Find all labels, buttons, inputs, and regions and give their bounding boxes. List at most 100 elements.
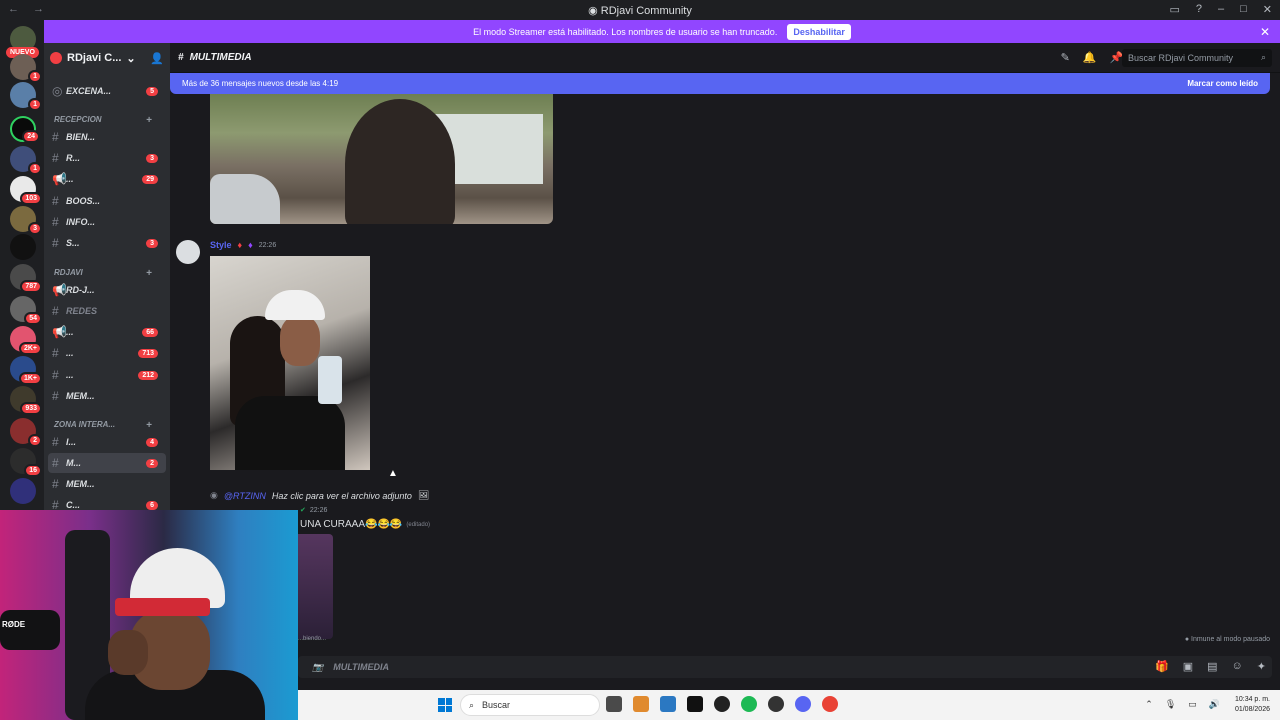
- app-icon[interactable]: [714, 696, 730, 712]
- channel-label: RD-J...: [66, 285, 95, 295]
- server-avatar[interactable]: 1: [10, 82, 42, 111]
- threads-icon[interactable]: ✎: [1061, 51, 1070, 64]
- timestamp: 22:26: [258, 241, 277, 249]
- category-header[interactable]: RDJAVI +: [54, 268, 152, 279]
- channel-item[interactable]: # C... 6: [48, 495, 166, 510]
- help-icon[interactable]: ?: [1196, 3, 1202, 16]
- channel-item[interactable]: # MEM...: [48, 386, 166, 406]
- mark-read-button[interactable]: Marcar como leído: [1187, 79, 1258, 88]
- guild-header[interactable]: RDjavi C... ⌄ 👤: [44, 43, 170, 73]
- hash-icon: #: [52, 304, 59, 318]
- server-avatar[interactable]: 2K+: [10, 326, 42, 355]
- capcut-icon[interactable]: [687, 696, 703, 712]
- server-avatar[interactable]: 3: [10, 206, 42, 235]
- add-member-icon[interactable]: 👤: [150, 52, 164, 65]
- spotify-icon[interactable]: [741, 696, 757, 712]
- channel-name: MULTIMEDIA: [189, 52, 252, 63]
- server-avatar[interactable]: 24: [10, 116, 40, 143]
- chevron-up-icon[interactable]: ⌃: [1145, 699, 1153, 710]
- disable-streamer-button[interactable]: Deshabilitar: [787, 23, 851, 40]
- reply-username[interactable]: @RTZINN: [224, 491, 266, 501]
- channel-item[interactable]: 📢... 29: [48, 169, 166, 189]
- channel-label: BIEN...: [66, 132, 96, 142]
- discord-icon[interactable]: [795, 696, 811, 712]
- new-messages-bar[interactable]: Más de 36 mensajes nuevos desde las 4:19…: [170, 73, 1270, 94]
- channel-item[interactable]: # S... 3: [48, 233, 166, 253]
- message-composer: 📷 MULTIMEDIA 🎁 ▣ ▤ ☺ ✦: [298, 650, 1280, 690]
- obs-icon[interactable]: [768, 696, 784, 712]
- channel-item-active[interactable]: # M... 2: [48, 453, 166, 473]
- add-channel-icon[interactable]: +: [146, 115, 152, 126]
- emoji-icon[interactable]: ☺: [1232, 660, 1243, 673]
- channel-item[interactable]: # BIEN...: [48, 127, 166, 147]
- username[interactable]: Style: [210, 240, 232, 250]
- server-avatar[interactable]: 1: [10, 54, 42, 83]
- channel-item[interactable]: # MEM...: [48, 474, 166, 494]
- server-avatar[interactable]: [10, 234, 36, 260]
- chevron-down-icon: ⌄: [126, 52, 136, 65]
- category-header[interactable]: RECEPCION +: [54, 115, 152, 126]
- volume-icon[interactable]: 🔊: [1209, 699, 1220, 710]
- video-attachment[interactable]: [210, 94, 553, 224]
- apps-icon[interactable]: ✦: [1257, 660, 1266, 673]
- bell-icon[interactable]: 🔔: [1083, 51, 1097, 64]
- channel-item[interactable]: ◎ EXCENA... 5: [48, 81, 166, 101]
- channel-item[interactable]: # REDES: [48, 301, 166, 321]
- image-attachment[interactable]: [298, 534, 333, 639]
- server-avatar[interactable]: [10, 478, 36, 504]
- task-view-icon[interactable]: [606, 696, 622, 712]
- search-input[interactable]: Buscar RDjavi Community ⌕: [1122, 48, 1272, 67]
- server-avatar[interactable]: 933: [10, 386, 42, 415]
- message-header: ✔ 22:26: [300, 506, 327, 515]
- windows-start-icon[interactable]: [438, 698, 452, 712]
- server-avatar[interactable]: 16: [10, 448, 42, 477]
- server-avatar[interactable]: 2: [10, 418, 42, 447]
- close-window-icon[interactable]: ✕: [1263, 3, 1272, 16]
- server-avatar[interactable]: 1: [10, 146, 42, 175]
- channel-item[interactable]: #... 713: [48, 343, 166, 363]
- channel-label: M...: [66, 458, 81, 468]
- hash-icon: #: [52, 194, 59, 208]
- message-input[interactable]: 📷 MULTIMEDIA: [298, 656, 1272, 678]
- taskbar-search[interactable]: ⌕ Buscar: [460, 694, 600, 716]
- channel-item[interactable]: 📢... 66: [48, 322, 166, 342]
- webcam-microphone: [0, 610, 60, 650]
- channel-badge: 713: [138, 348, 158, 358]
- minimize-icon[interactable]: –: [1218, 3, 1224, 16]
- store-icon[interactable]: [660, 696, 676, 712]
- add-channel-icon[interactable]: +: [146, 268, 152, 279]
- reply-preview[interactable]: ◉ @RTZINN Haz clic para ver el archivo a…: [210, 490, 429, 501]
- channel-item[interactable]: # R... 3: [48, 148, 166, 168]
- hash-icon: #: [52, 130, 59, 144]
- mic-icon[interactable]: 🎙: [1165, 699, 1176, 710]
- microphone-brand: RØDE: [2, 620, 26, 629]
- avatar[interactable]: [176, 240, 200, 264]
- attach-icon[interactable]: 📷: [312, 662, 323, 673]
- server-avatar[interactable]: 54: [10, 296, 42, 325]
- channel-item[interactable]: 📢 RD-J...: [48, 280, 166, 300]
- add-channel-icon[interactable]: +: [146, 420, 152, 431]
- gif-icon[interactable]: ▣: [1183, 660, 1193, 673]
- clock[interactable]: 10:34 p. m. 01/08/2026: [1235, 695, 1270, 715]
- inbox-icon[interactable]: ▭: [1169, 3, 1179, 16]
- close-banner-icon[interactable]: ✕: [1260, 25, 1270, 39]
- channel-item[interactable]: # I... 4: [48, 432, 166, 452]
- announcement-icon: 📢: [52, 283, 67, 297]
- category-header[interactable]: ZONA INTERA... +: [54, 420, 152, 431]
- channel-item[interactable]: # INFO...: [48, 212, 166, 232]
- network-icon[interactable]: ▭: [1188, 699, 1197, 710]
- maximize-icon[interactable]: □: [1240, 3, 1247, 16]
- chrome-icon[interactable]: [822, 696, 838, 712]
- server-avatar[interactable]: 787: [10, 264, 42, 293]
- message-text: UNA CURAAA😂😂😂: [300, 519, 403, 530]
- channel-item[interactable]: #... 212: [48, 365, 166, 385]
- server-avatar[interactable]: 1K+: [10, 356, 42, 385]
- gift-icon[interactable]: 🎁: [1155, 660, 1169, 673]
- image-attachment[interactable]: [210, 256, 370, 470]
- server-avatar[interactable]: 103: [10, 176, 42, 205]
- copilot-icon[interactable]: [633, 696, 649, 712]
- webcam-overlay: RØDE: [0, 510, 298, 720]
- mention-badge: 2: [28, 434, 42, 447]
- channel-item[interactable]: # BOOS...: [48, 191, 166, 211]
- sticker-icon[interactable]: ▤: [1207, 660, 1217, 673]
